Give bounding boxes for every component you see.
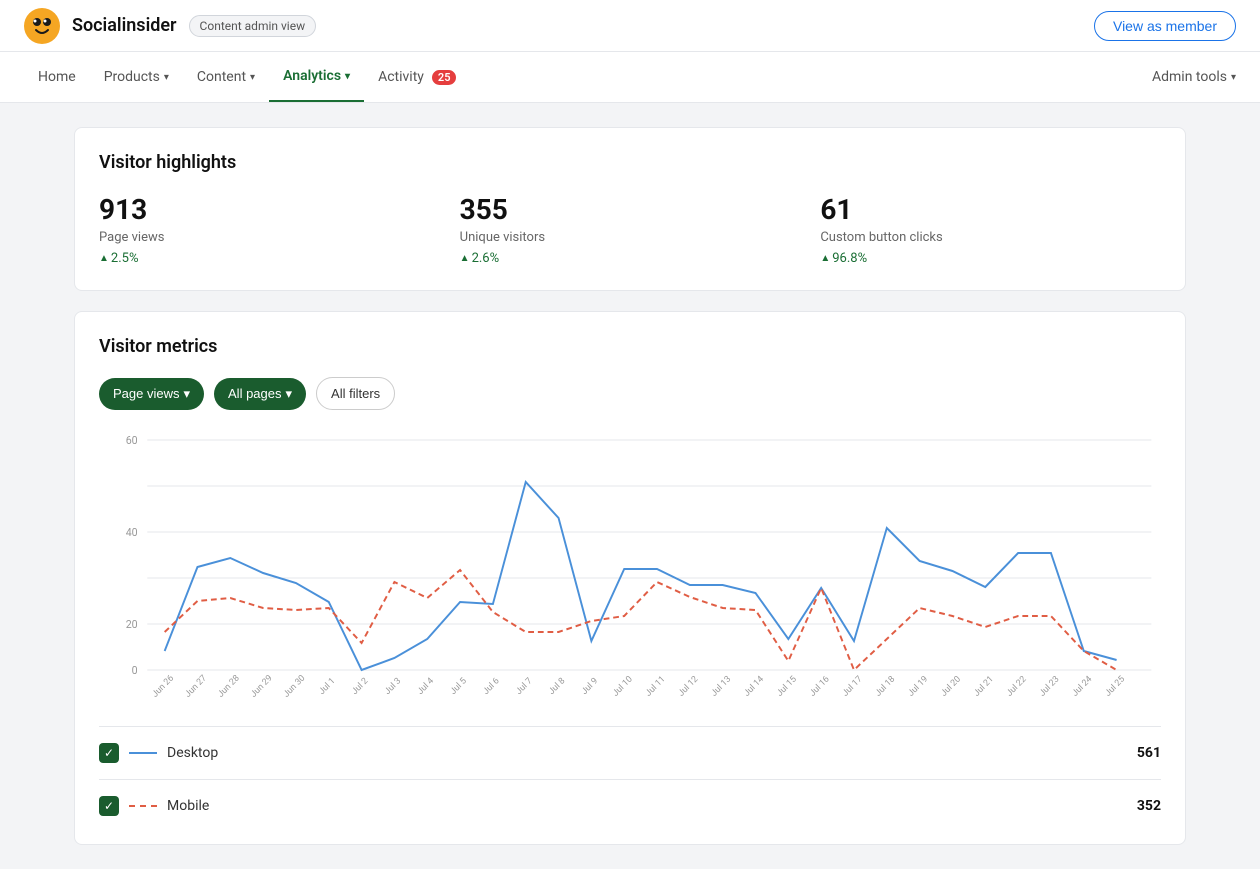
custom-clicks-label: Custom button clicks	[820, 230, 1161, 245]
mobile-label: Mobile	[167, 798, 209, 814]
svg-text:Jul 21: Jul 21	[972, 674, 996, 698]
legend-mobile: ✓ Mobile 352	[99, 792, 1161, 820]
custom-clicks-change: 96.8%	[820, 251, 1161, 266]
svg-text:Jul 17: Jul 17	[841, 674, 865, 698]
page-views-label: Page views	[99, 230, 440, 245]
visitor-metrics-title: Visitor metrics	[99, 336, 1161, 357]
svg-text:Jul 13: Jul 13	[709, 674, 733, 698]
svg-text:Jul 5: Jul 5	[449, 676, 469, 697]
page-views-number: 913	[99, 193, 440, 226]
all-pages-button[interactable]: All pages ▾	[214, 378, 306, 410]
custom-clicks-number: 61	[820, 193, 1161, 226]
svg-text:Jul 8: Jul 8	[547, 676, 567, 697]
svg-text:Jul 11: Jul 11	[644, 674, 668, 698]
visitor-highlights-title: Visitor highlights	[99, 152, 1161, 173]
unique-visitors-change: 2.6%	[460, 251, 801, 266]
metrics-controls: Page views ▾ All pages ▾ All filters	[99, 377, 1161, 410]
admin-tools-menu[interactable]: Admin tools ▾	[1152, 69, 1236, 85]
svg-text:Jun 27: Jun 27	[183, 673, 209, 699]
visitor-metrics-card: Visitor metrics Page views ▾ All pages ▾…	[74, 311, 1186, 845]
main-content: Visitor highlights 913 Page views 2.5% 3…	[50, 103, 1210, 869]
chevron-down-icon: ▾	[1231, 72, 1236, 83]
chevron-down-icon: ▾	[183, 386, 190, 402]
unique-visitors-label: Unique visitors	[460, 230, 801, 245]
mobile-line-icon	[129, 805, 157, 807]
header-left: Socialinsider Content admin view	[24, 8, 316, 44]
desktop-value: 561	[1137, 745, 1161, 761]
svg-text:Jul 22: Jul 22	[1005, 674, 1029, 698]
brand-name: Socialinsider	[72, 15, 177, 36]
svg-text:Jul 19: Jul 19	[906, 674, 930, 698]
svg-text:Jun 28: Jun 28	[216, 673, 242, 699]
svg-text:Jul 6: Jul 6	[481, 676, 501, 697]
metrics-chart: 60 40 20 0 Jun 26 Jun 27 Jun 28 Jun 29 J…	[99, 430, 1161, 710]
legend-divider-2	[99, 779, 1161, 780]
desktop-line-icon	[129, 752, 157, 754]
svg-text:Jul 18: Jul 18	[874, 674, 898, 698]
all-filters-button[interactable]: All filters	[316, 377, 395, 410]
chart-svg: 60 40 20 0 Jun 26 Jun 27 Jun 28 Jun 29 J…	[99, 430, 1161, 710]
svg-text:Jul 16: Jul 16	[808, 674, 832, 698]
svg-text:Jul 20: Jul 20	[939, 674, 963, 698]
view-as-member-button[interactable]: View as member	[1094, 11, 1236, 41]
svg-text:Jun 30: Jun 30	[282, 673, 308, 699]
nav-item-analytics[interactable]: Analytics ▾	[269, 52, 364, 102]
highlights-grid: 913 Page views 2.5% 355 Unique visitors …	[99, 193, 1161, 266]
svg-text:Jun 26: Jun 26	[151, 673, 177, 699]
svg-text:Jul 12: Jul 12	[677, 674, 701, 698]
svg-text:Jul 10: Jul 10	[611, 674, 635, 698]
svg-text:20: 20	[126, 618, 138, 631]
highlight-unique-visitors: 355 Unique visitors 2.6%	[460, 193, 801, 266]
svg-text:Jul 7: Jul 7	[514, 676, 534, 697]
svg-text:40: 40	[126, 526, 138, 539]
svg-text:Jul 4: Jul 4	[416, 676, 436, 697]
nav-item-content[interactable]: Content ▾	[183, 53, 269, 101]
chart-legend: ✓ Desktop 561 ✓ Mobile 352	[99, 726, 1161, 820]
nav-item-home[interactable]: Home	[24, 53, 90, 101]
svg-text:Jul 9: Jul 9	[580, 676, 600, 697]
highlight-custom-clicks: 61 Custom button clicks 96.8%	[820, 193, 1161, 266]
page-views-button[interactable]: Page views ▾	[99, 378, 204, 410]
svg-text:Jul 1: Jul 1	[317, 676, 337, 697]
svg-text:Jul 3: Jul 3	[383, 676, 403, 697]
unique-visitors-number: 355	[460, 193, 801, 226]
nav-left: Home Products ▾ Content ▾ Analytics ▾ Ac…	[24, 52, 470, 102]
visitor-highlights-card: Visitor highlights 913 Page views 2.5% 3…	[74, 127, 1186, 291]
mobile-value: 352	[1137, 798, 1161, 814]
highlight-page-views: 913 Page views 2.5%	[99, 193, 440, 266]
legend-desktop-left: ✓ Desktop	[99, 743, 218, 763]
svg-text:Jul 23: Jul 23	[1038, 674, 1062, 698]
svg-text:Jun 29: Jun 29	[249, 673, 275, 699]
svg-text:0: 0	[132, 664, 138, 677]
mobile-checkbox[interactable]: ✓	[99, 796, 119, 816]
nav: Home Products ▾ Content ▾ Analytics ▾ Ac…	[0, 52, 1260, 103]
chevron-down-icon: ▾	[164, 72, 169, 83]
svg-text:60: 60	[126, 434, 138, 447]
legend-divider	[99, 726, 1161, 727]
svg-text:Jul 24: Jul 24	[1071, 674, 1095, 698]
page-views-change: 2.5%	[99, 251, 440, 266]
legend-desktop: ✓ Desktop 561	[99, 739, 1161, 767]
desktop-checkbox[interactable]: ✓	[99, 743, 119, 763]
nav-item-activity[interactable]: Activity 25	[364, 53, 470, 101]
header: Socialinsider Content admin view View as…	[0, 0, 1260, 52]
admin-badge: Content admin view	[189, 15, 317, 37]
svg-text:Jul 2: Jul 2	[350, 676, 370, 697]
legend-mobile-left: ✓ Mobile	[99, 796, 209, 816]
activity-badge: 25	[432, 70, 457, 85]
svg-text:Jul 25: Jul 25	[1103, 674, 1127, 698]
nav-item-products[interactable]: Products ▾	[90, 53, 183, 101]
svg-text:Jul 15: Jul 15	[775, 674, 799, 698]
chevron-down-icon: ▾	[286, 386, 293, 402]
chevron-down-icon: ▾	[345, 71, 350, 82]
desktop-label: Desktop	[167, 745, 218, 761]
chevron-down-icon: ▾	[250, 72, 255, 83]
svg-text:Jul 14: Jul 14	[742, 674, 766, 698]
logo-icon	[24, 8, 60, 44]
